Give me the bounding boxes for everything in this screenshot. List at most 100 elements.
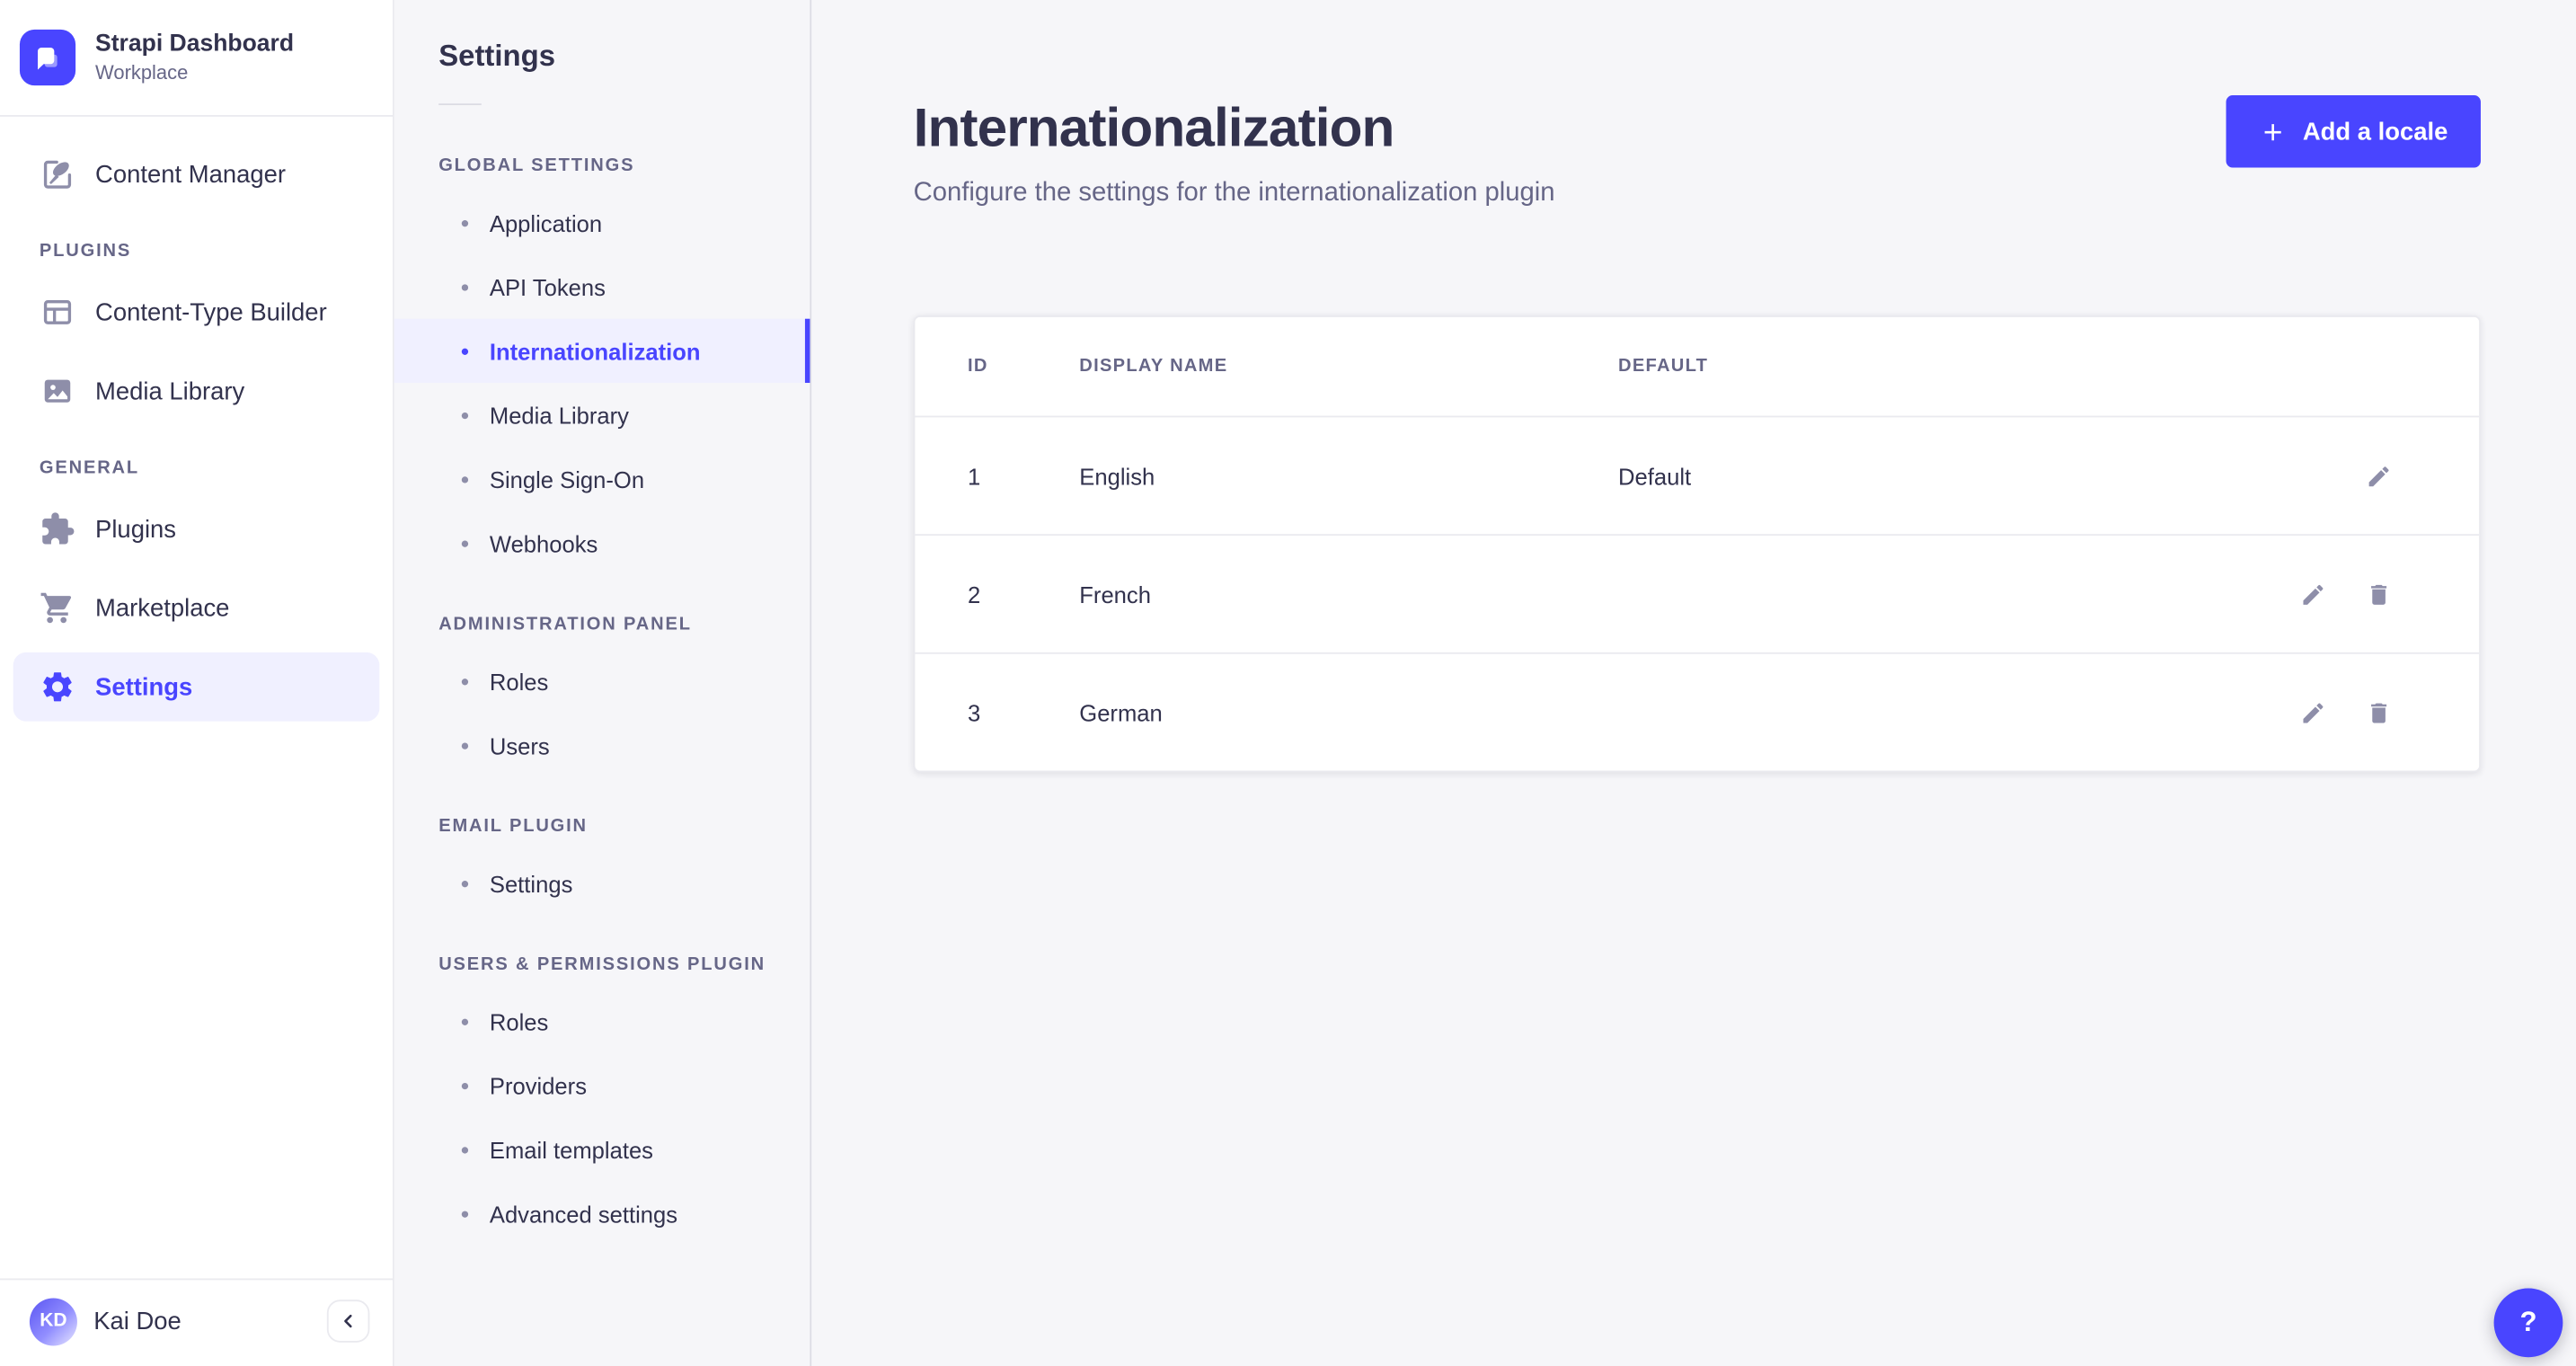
- bullet-icon: [461, 219, 469, 226]
- sidebar-footer: KD Kai Doe: [0, 1277, 393, 1366]
- bullet-icon: [461, 880, 469, 887]
- subnav-item-webhooks[interactable]: Webhooks: [394, 511, 810, 575]
- subnav-item-providers[interactable]: Providers: [394, 1053, 810, 1117]
- user-name[interactable]: Kai Doe: [93, 1308, 181, 1335]
- cell-display-name: German: [1079, 699, 1163, 726]
- subnav-section-global-settings: GLOBAL SETTINGS Application API Tokens I…: [394, 156, 810, 575]
- page-header: Internationalization Configure the setti…: [914, 0, 2481, 208]
- sidebar-collapse-button[interactable]: [326, 1299, 370, 1343]
- subnav-item-label: Internationalization: [489, 337, 701, 365]
- delete-locale-button[interactable]: [2366, 699, 2392, 725]
- help-button[interactable]: ?: [2493, 1287, 2563, 1357]
- cell-display-name: English: [1079, 462, 1155, 489]
- subnav-item-single-sign-on[interactable]: Single Sign-On: [394, 447, 810, 510]
- add-locale-label: Add a locale: [2302, 117, 2448, 146]
- edit-locale-button[interactable]: [2300, 699, 2326, 725]
- plus-icon: [2258, 118, 2286, 146]
- subnav-item-application[interactable]: Application: [394, 191, 810, 254]
- sidebar-item-content-type-builder[interactable]: Content-Type Builder: [13, 278, 380, 347]
- bullet-icon: [461, 1210, 469, 1217]
- pencil-icon: [2300, 699, 2326, 725]
- sidebar-item-label: Content-Type Builder: [95, 297, 327, 326]
- column-header-id: ID: [967, 356, 988, 377]
- sidebar-item-content-manager[interactable]: Content Manager: [13, 139, 380, 208]
- sidebar-section-plugins: PLUGINS: [39, 241, 132, 262]
- subnav-item-label: Roles: [489, 668, 549, 695]
- main-content: Internationalization Configure the setti…: [811, 0, 2576, 1366]
- add-locale-button[interactable]: Add a locale: [2225, 95, 2481, 168]
- column-header-default: DEFAULT: [1618, 356, 1709, 377]
- workspace-subtitle: Workplace: [95, 59, 189, 84]
- table-row-french[interactable]: 2 French: [915, 536, 2480, 654]
- workspace-brand[interactable]: Strapi Dashboard Workplace: [0, 0, 393, 117]
- table-row-english[interactable]: 1 English Default: [915, 417, 2480, 537]
- page-header-text: Internationalization Configure the setti…: [914, 95, 1555, 208]
- row-actions: [2200, 581, 2479, 607]
- subnav-item-label: Settings: [489, 870, 573, 897]
- subnav-section-administration-panel: ADMINISTRATION PANEL Roles Users: [394, 615, 810, 777]
- bullet-icon: [461, 741, 469, 749]
- cell-id: 1: [967, 462, 981, 489]
- edit-locale-button[interactable]: [2300, 581, 2326, 607]
- media-library-icon: [40, 373, 75, 409]
- workspace-title: Strapi Dashboard: [95, 31, 295, 58]
- bullet-icon: [461, 1017, 469, 1025]
- content-type-builder-icon: [40, 294, 75, 330]
- edit-locale-button[interactable]: [2366, 463, 2392, 489]
- chevron-left-icon: [337, 1309, 360, 1333]
- subnav-item-admin-users[interactable]: Users: [394, 714, 810, 777]
- subnav-item-email-templates[interactable]: Email templates: [394, 1117, 810, 1181]
- subnav-section-label: GLOBAL SETTINGS: [438, 155, 635, 176]
- cart-icon: [40, 590, 75, 625]
- subnav-section-label: USERS & PERMISSIONS PLUGIN: [438, 954, 766, 975]
- sidebar-item-label: Marketplace: [95, 593, 230, 623]
- trash-icon: [2366, 699, 2392, 725]
- subnav-item-label: Providers: [489, 1072, 588, 1099]
- page-title: Internationalization: [913, 96, 1395, 158]
- sidebar-item-settings[interactable]: Settings: [13, 652, 380, 722]
- settings-subnav: Settings GLOBAL SETTINGS Application API…: [394, 0, 812, 1366]
- bullet-icon: [461, 539, 469, 546]
- bullet-icon: [461, 283, 469, 290]
- subnav-item-label: Advanced settings: [489, 1200, 678, 1227]
- sidebar-item-label: Plugins: [95, 515, 177, 544]
- sidebar-item-label: Content Manager: [95, 160, 286, 189]
- bullet-icon: [461, 1146, 469, 1153]
- subnav-section-label: ADMINISTRATION PANEL: [438, 614, 692, 634]
- sidebar-item-label: Media Library: [95, 377, 245, 405]
- subnav-item-api-tokens[interactable]: API Tokens: [394, 254, 810, 318]
- sidebar-item-marketplace[interactable]: Marketplace: [13, 573, 380, 643]
- gear-icon: [40, 669, 75, 705]
- cell-default: Default: [1618, 462, 1692, 489]
- subnav-item-label: Webhooks: [489, 529, 598, 556]
- content-manager-icon: [40, 156, 75, 192]
- bullet-icon: [461, 1082, 469, 1089]
- subnav-title: Settings: [438, 39, 556, 73]
- subnav-item-advanced-settings[interactable]: Advanced settings: [394, 1182, 810, 1246]
- bullet-icon: [461, 347, 469, 355]
- brand-text: Strapi Dashboard Workplace: [95, 30, 294, 86]
- subnav-item-label: Media Library: [489, 402, 629, 429]
- subnav-section-email-plugin: EMAIL PLUGIN Settings: [394, 817, 810, 916]
- bullet-icon: [461, 475, 469, 483]
- sidebar-item-plugins[interactable]: Plugins: [13, 494, 380, 563]
- cell-id: 3: [967, 699, 981, 726]
- avatar[interactable]: KD: [29, 1297, 77, 1345]
- sidebar-section-general: GENERAL: [39, 458, 140, 479]
- sidebar-item-media-library[interactable]: Media Library: [13, 357, 380, 426]
- trash-icon: [2366, 581, 2392, 607]
- table-row-german[interactable]: 3 German: [915, 654, 2479, 771]
- row-actions: [2200, 463, 2479, 489]
- subnav-item-label: Email templates: [489, 1136, 653, 1163]
- subnav-item-up-roles[interactable]: Roles: [394, 989, 810, 1053]
- subnav-section-label: EMAIL PLUGIN: [438, 816, 588, 837]
- subnav-item-admin-roles[interactable]: Roles: [394, 649, 810, 713]
- subnav-item-media-library[interactable]: Media Library: [394, 383, 810, 447]
- subnav-item-email-settings[interactable]: Settings: [394, 851, 810, 915]
- pencil-icon: [2366, 463, 2392, 489]
- main-nav-list: Content Manager PLUGINS Content-Type Bui…: [0, 117, 393, 732]
- subnav-item-internationalization[interactable]: Internationalization: [394, 318, 810, 384]
- stage: Strapi Dashboard Workplace Content Manag…: [0, 0, 2576, 1366]
- delete-locale-button[interactable]: [2366, 581, 2392, 607]
- bullet-icon: [461, 412, 469, 419]
